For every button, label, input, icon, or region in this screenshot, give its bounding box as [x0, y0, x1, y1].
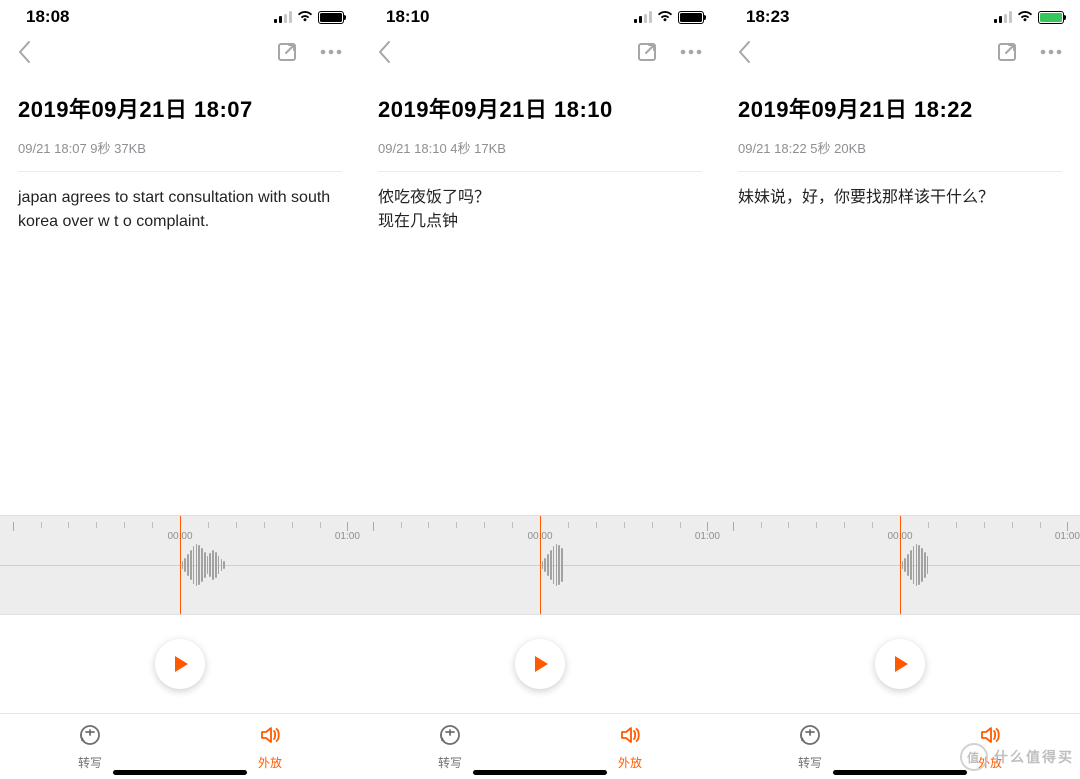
home-indicator[interactable] [473, 770, 607, 775]
transcribe-label: 转写 [78, 754, 102, 771]
phone-pane: 18:23 2019年09月21日 18:22 09/21 18:22 5秒 20K… [720, 0, 1080, 779]
transcribe-label: 转写 [438, 754, 462, 771]
note-body: 2019年09月21日 18:07 09/21 18:07 9秒 37KB japa… [0, 74, 360, 234]
transcript-text: 妹妹说，好，你要找那样该干什么？ [738, 186, 1062, 210]
share-button[interactable] [276, 41, 298, 63]
transcribe-icon [438, 723, 462, 750]
note-meta: 09/21 18:22 5秒 20KB [738, 138, 1062, 157]
speaker-icon [618, 723, 642, 750]
home-indicator[interactable] [833, 770, 967, 775]
wifi-icon [656, 7, 674, 27]
phone-pane: 18:10 2019年09月21日 18:10 09/21 18:10 4秒 17K… [360, 0, 720, 779]
waveform-scrubber[interactable]: 00:0001:00 [360, 515, 720, 615]
more-button[interactable] [680, 49, 702, 55]
status-time: 18:23 [746, 7, 789, 27]
divider [738, 171, 1062, 172]
back-button[interactable] [738, 41, 751, 63]
play-button[interactable] [875, 639, 925, 689]
speaker-label: 外放 [258, 754, 282, 771]
cellular-icon [634, 11, 652, 23]
nav-bar [360, 30, 720, 74]
transcript-text: japan agrees to start consultation with … [18, 186, 342, 234]
note-body: 2019年09月21日 18:22 09/21 18:22 5秒 20KB 妹妹说，… [720, 74, 1080, 210]
status-time: 18:08 [26, 7, 69, 27]
cellular-icon [994, 11, 1012, 23]
speaker-icon [258, 723, 282, 750]
cellular-icon [274, 11, 292, 23]
status-bar: 18:23 [720, 0, 1080, 30]
note-title: 2019年09月21日 18:10 [378, 92, 702, 124]
note-title: 2019年09月21日 18:22 [738, 92, 1062, 124]
battery-icon [318, 11, 344, 24]
home-indicator[interactable] [113, 770, 247, 775]
transcribe-label: 转写 [798, 754, 822, 771]
note-meta: 09/21 18:07 9秒 37KB [18, 138, 342, 157]
play-button[interactable] [155, 639, 205, 689]
speaker-label: 外放 [618, 754, 642, 771]
phone-pane: 18:08 2019年09月21日 18:07 09/21 18:07 9秒 37K… [0, 0, 360, 779]
speaker-label: 外放 [978, 754, 1002, 771]
note-meta: 09/21 18:10 4秒 17KB [378, 138, 702, 157]
more-button[interactable] [1040, 49, 1062, 55]
back-button[interactable] [378, 41, 391, 63]
note-body: 2019年09月21日 18:10 09/21 18:10 4秒 17KB 侬吃夜饭… [360, 74, 720, 234]
share-button[interactable] [996, 41, 1018, 63]
more-button[interactable] [320, 49, 342, 55]
battery-icon [678, 11, 704, 24]
speaker-icon [978, 723, 1002, 750]
note-title: 2019年09月21日 18:07 [18, 92, 342, 124]
nav-bar [0, 30, 360, 74]
transcribe-icon [798, 723, 822, 750]
wifi-icon [296, 7, 314, 27]
back-button[interactable] [18, 41, 31, 63]
battery-icon [1038, 11, 1064, 24]
divider [378, 171, 702, 172]
transcribe-icon [78, 723, 102, 750]
nav-bar [720, 30, 1080, 74]
status-time: 18:10 [386, 7, 429, 27]
status-bar: 18:08 [0, 0, 360, 30]
share-button[interactable] [636, 41, 658, 63]
wifi-icon [1016, 7, 1034, 27]
divider [18, 171, 342, 172]
status-bar: 18:10 [360, 0, 720, 30]
transcript-text: 侬吃夜饭了吗？ 现在几点钟 [378, 186, 702, 234]
waveform-scrubber[interactable]: 00:0001:00 [720, 515, 1080, 615]
play-button[interactable] [515, 639, 565, 689]
waveform-scrubber[interactable]: 00:0001:00 [0, 515, 360, 615]
